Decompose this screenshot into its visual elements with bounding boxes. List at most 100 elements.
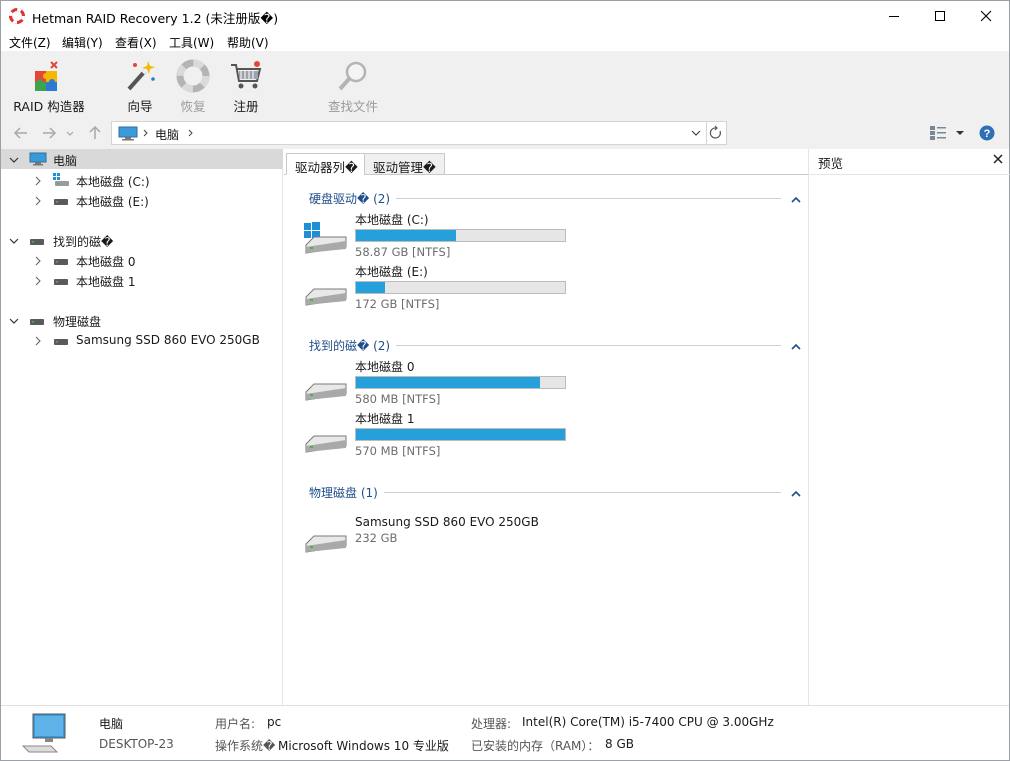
disk-info: 232 GB [355, 531, 398, 545]
menu-bar: 文件(Z) 编辑(Y) 查看(X) 工具(W) 帮助(V) [1, 31, 1009, 51]
drive-icon [304, 273, 348, 310]
group-title: 硬盘驱动� (2) [309, 190, 397, 207]
chevron-up-icon[interactable] [791, 193, 801, 207]
navigation-bar: 电脑 ? [1, 117, 1009, 149]
chevron-down-icon[interactable] [9, 235, 19, 249]
maximize-button[interactable] [917, 1, 963, 31]
tab-drive-manager[interactable]: 驱动管理� [364, 153, 445, 175]
disk-item[interactable]: 本地磁盘 1 570 MB [NTFS] [304, 410, 784, 460]
disk-usage-fill [356, 377, 540, 388]
restore-label: 恢复 [180, 99, 206, 114]
os-value: Microsoft Windows 10 专业版 [278, 739, 449, 753]
raid-builder-label: RAID 构造器 [13, 99, 85, 114]
tree-item-disk-e[interactable]: 本地磁盘 (E:) [1, 190, 283, 210]
group-title: 找到的磁� (2) [309, 337, 397, 354]
title-bar[interactable]: Hetman RAID Recovery 1.2 (未注册版�) [1, 1, 1009, 31]
tree-item-disk-0[interactable]: 本地磁盘 0 [1, 250, 283, 270]
drive-icon [53, 333, 69, 350]
folder-tree: 电脑 本地磁盘 (C:) 本地磁盘 (E:) 找到的磁� 本地磁盘 0 本地磁盘… [1, 149, 283, 705]
help-icon[interactable]: ? [979, 125, 995, 141]
chevron-right-icon[interactable] [33, 275, 43, 289]
minimize-icon [889, 16, 899, 17]
computer-name: 电脑 [99, 717, 124, 731]
restore-button[interactable]: 恢复 [172, 56, 214, 114]
disk-info: 58.87 GB [NTFS] [355, 245, 451, 259]
tree-item-found-disks[interactable]: 找到的磁� [1, 230, 283, 250]
chevron-up-icon[interactable] [791, 340, 801, 354]
close-icon[interactable] [993, 153, 1003, 167]
wizard-button[interactable]: 向导 [119, 56, 161, 114]
disk-usage-bar [355, 376, 566, 389]
address-dropdown-icon[interactable] [690, 126, 702, 143]
chevron-right-icon[interactable] [33, 335, 43, 349]
group-header[interactable]: 硬盘驱动� (2) [309, 190, 801, 207]
address-bar[interactable]: 电脑 [111, 121, 707, 145]
lifebuoy-icon [9, 8, 25, 24]
disk-usage-bar [355, 229, 566, 242]
menu-help[interactable]: 帮助(V) [227, 34, 269, 51]
tree-item-physical-disks[interactable]: 物理磁盘 [1, 310, 283, 330]
tree-item-samsung-ssd[interactable]: Samsung SSD 860 EVO 250GB [1, 330, 283, 350]
tree-label: 本地磁盘 0 [76, 255, 136, 269]
ram-label: 已安装的内存（RAM）： [471, 739, 600, 753]
disk-name: Samsung SSD 860 EVO 250GB [355, 515, 539, 529]
chevron-right-icon[interactable] [33, 175, 43, 189]
drive-icon [53, 273, 69, 290]
tree-label: 本地磁盘 1 [76, 275, 136, 289]
preview-divider [809, 174, 1010, 175]
disk-item[interactable]: Samsung SSD 860 EVO 250GB 232 GB [304, 514, 784, 564]
disk-usage-fill [356, 429, 565, 440]
raid-builder-button[interactable]: RAID 构造器 [7, 56, 91, 114]
app-window: Hetman RAID Recovery 1.2 (未注册版�) 文件(Z) 编… [0, 0, 1010, 761]
tree-item-disk-1[interactable]: 本地磁盘 1 [1, 270, 283, 290]
tree-item-computer[interactable]: 电脑 [1, 149, 283, 169]
disk-item[interactable]: 本地磁盘 0 580 MB [NTFS] [304, 358, 784, 408]
find-files-button[interactable]: 查找文件 [323, 56, 383, 114]
os-label: 操作系统� [215, 739, 276, 753]
maximize-icon [935, 11, 945, 21]
tree-item-disk-c[interactable]: 本地磁盘 (C:) [1, 170, 283, 190]
group-title: 物理磁盘 (1) [309, 484, 384, 501]
forward-arrow-icon[interactable] [41, 125, 57, 141]
group-header[interactable]: 找到的磁� (2) [309, 337, 801, 354]
tab-drive-list[interactable]: 驱动器列� [286, 153, 367, 175]
view-options-icon[interactable] [929, 125, 949, 141]
refresh-button[interactable] [707, 121, 727, 145]
menu-tools[interactable]: 工具(W) [169, 34, 214, 51]
computer-icon [29, 152, 47, 169]
breadcrumb-chevron-icon[interactable] [187, 125, 195, 144]
register-label: 注册 [233, 99, 259, 114]
disk-name: 本地磁盘 (E:) [355, 265, 428, 279]
drive-icon [29, 233, 45, 250]
disk-name: 本地磁盘 0 [355, 360, 415, 374]
chevron-right-icon[interactable] [33, 255, 43, 269]
disk-item[interactable]: 本地磁盘 (E:) 172 GB [NTFS] [304, 263, 784, 313]
tree-label: 电脑 [53, 154, 78, 168]
group-header[interactable]: 物理磁盘 (1) [309, 484, 801, 501]
up-arrow-icon[interactable] [87, 125, 103, 141]
view-dropdown-icon[interactable] [955, 125, 965, 141]
close-button[interactable] [963, 1, 1009, 31]
lifebuoy-icon [176, 59, 210, 93]
puzzle-icon [31, 59, 65, 93]
disk-item[interactable]: 本地磁盘 (C:) 58.87 GB [NTFS] [304, 211, 784, 261]
chevron-down-icon[interactable] [9, 154, 19, 168]
address-path[interactable]: 电脑 [155, 126, 179, 143]
chevron-down-icon[interactable] [9, 315, 19, 329]
disk-name: 本地磁盘 (C:) [355, 213, 429, 227]
close-icon [980, 10, 992, 22]
minimize-button[interactable] [871, 1, 917, 31]
cpu-value: Intel(R) Core(TM) i5-7400 CPU @ 3.00GHz [522, 715, 774, 729]
disk-usage-bar [355, 281, 566, 294]
menu-file[interactable]: 文件(Z) [9, 34, 51, 51]
chevron-up-icon[interactable] [791, 487, 801, 501]
disk-info: 570 MB [NTFS] [355, 444, 441, 458]
magic-wand-icon [123, 59, 157, 93]
register-button[interactable]: 注册 [225, 56, 267, 114]
history-dropdown-icon[interactable] [65, 125, 75, 141]
back-arrow-icon[interactable] [13, 125, 29, 141]
disk-usage-fill [356, 230, 457, 241]
menu-edit[interactable]: 编辑(Y) [62, 34, 103, 51]
chevron-right-icon[interactable] [33, 195, 43, 209]
menu-view[interactable]: 查看(X) [115, 34, 157, 51]
